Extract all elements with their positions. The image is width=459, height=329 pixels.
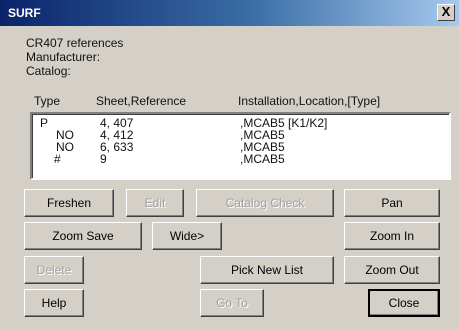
pan-button[interactable]: Pan bbox=[344, 189, 440, 217]
surf-dialog: SURF X CR407 references Manufacturer: Ca… bbox=[0, 0, 459, 329]
column-header-type: Type bbox=[34, 94, 61, 108]
column-header-installation: Installation,Location,[Type] bbox=[238, 94, 381, 108]
column-header-sheet-reference: Sheet,Reference bbox=[96, 94, 187, 108]
manufacturer-label: Manufacturer: bbox=[26, 50, 101, 64]
title-bar[interactable]: SURF X bbox=[0, 0, 459, 26]
row-type: P bbox=[40, 116, 49, 130]
references-label: CR407 references bbox=[26, 36, 124, 50]
close-button[interactable]: Close bbox=[368, 289, 440, 317]
delete-button[interactable]: Delete bbox=[24, 256, 84, 284]
zoom-in-button[interactable]: Zoom In bbox=[344, 222, 440, 250]
row-sheet: 9 bbox=[100, 152, 107, 166]
wide-button[interactable]: Wide> bbox=[152, 222, 222, 250]
references-list[interactable]: P 4, 407 ,MCAB5 [K1/K2] NO 4, 412 ,MCAB5… bbox=[30, 112, 451, 180]
window-title: SURF bbox=[8, 6, 41, 20]
pick-new-list-button[interactable]: Pick New List bbox=[200, 256, 334, 284]
row-type: # bbox=[54, 152, 61, 166]
catalog-check-button[interactable]: Catalog Check bbox=[196, 189, 334, 217]
edit-button[interactable]: Edit bbox=[126, 189, 184, 217]
zoom-out-button[interactable]: Zoom Out bbox=[344, 256, 440, 284]
catalog-label: Catalog: bbox=[26, 64, 71, 78]
zoom-save-button[interactable]: Zoom Save bbox=[24, 222, 142, 250]
row-installation: ,MCAB5 bbox=[240, 152, 285, 166]
list-item[interactable]: # 9 ,MCAB5 bbox=[32, 153, 449, 165]
freshen-button[interactable]: Freshen bbox=[24, 189, 114, 217]
close-icon[interactable]: X bbox=[437, 4, 455, 21]
go-to-button[interactable]: Go To bbox=[200, 289, 264, 317]
help-button[interactable]: Help bbox=[24, 289, 84, 317]
